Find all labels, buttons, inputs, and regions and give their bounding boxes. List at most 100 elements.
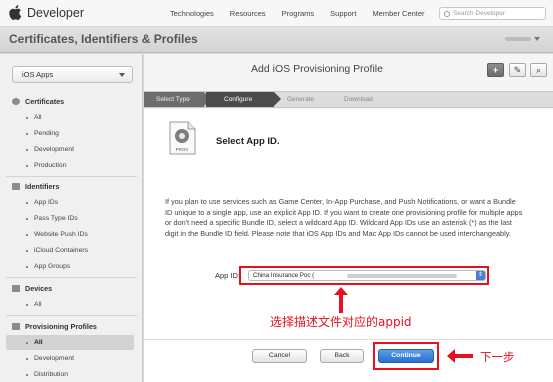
bullet-icon — [26, 218, 28, 220]
bullet-icon — [26, 234, 28, 236]
sidebar-item-label: Production — [34, 162, 67, 169]
bullet-icon — [26, 266, 28, 268]
step-generate: Generate — [287, 96, 315, 103]
device-icon — [12, 285, 20, 292]
section-title: Identifiers — [25, 182, 60, 191]
appid-label: App ID: — [215, 271, 241, 280]
nav-link-programs[interactable]: Programs — [282, 9, 315, 18]
sidebar-item-certificates-development[interactable]: Development — [6, 142, 134, 157]
account-menu-caret-icon[interactable] — [534, 37, 540, 41]
sidebar-item-profiles-all[interactable]: All — [6, 335, 134, 350]
sidebar-item-profiles-development[interactable]: Development — [6, 351, 134, 366]
page-title: Certificates, Identifiers & Profiles — [9, 32, 198, 46]
section-heading: Select App ID. — [216, 136, 280, 147]
divider — [6, 315, 137, 316]
sidebar-item-label: All — [34, 114, 42, 121]
wizard-steps: Select Type Configure Generate Download — [144, 91, 553, 108]
provisioning-profile-icon: PROV — [169, 121, 196, 155]
sidebar-section-provisioning-profiles[interactable]: Provisioning Profiles — [6, 320, 137, 333]
bullet-icon — [26, 358, 28, 360]
step-select-type: Select Type — [144, 92, 204, 107]
bullet-icon — [26, 165, 28, 167]
bullet-icon — [26, 250, 28, 252]
cancel-button[interactable]: Cancel — [252, 349, 307, 363]
panel-title: Add iOS Provisioning Profile — [251, 63, 383, 75]
sidebar-item-label: Pending — [34, 130, 59, 137]
nav-link-resources[interactable]: Resources — [230, 9, 266, 18]
annotation-next-step: 下一步 — [480, 350, 515, 364]
description-text: If you plan to use services such as Game… — [165, 197, 523, 239]
search-button[interactable]: ⌕ — [530, 63, 547, 77]
highlight-box — [239, 266, 489, 285]
nav-link-technologies[interactable]: Technologies — [170, 9, 214, 18]
sidebar-item-label: App Groups — [34, 263, 71, 270]
nav-link-member-center[interactable]: Member Center — [372, 9, 424, 18]
section-title: Devices — [25, 284, 53, 293]
sidebar-item-label: Distribution — [34, 371, 68, 378]
step-download: Download — [344, 96, 373, 103]
search-placeholder: Search Developer — [453, 10, 506, 17]
prov-label: PROV — [176, 147, 189, 152]
sidebar-item-label: All — [34, 301, 42, 308]
sidebar-item-label: Development — [34, 355, 75, 362]
sidebar-item-app-ids[interactable]: App IDs — [6, 195, 134, 210]
divider — [6, 277, 137, 278]
sidebar-item-label: iCloud Containers — [34, 247, 89, 254]
annotation-select-appid: 选择描述文件对应的appid — [270, 315, 412, 329]
content-area: PROV Select App ID. — [144, 109, 553, 382]
identifier-icon — [12, 183, 20, 190]
sidebar-item-distribution[interactable]: Distribution — [6, 367, 134, 382]
top-nav: Developer Technologies Resources Program… — [0, 0, 553, 27]
sidebar-item-label: All — [34, 339, 43, 346]
sidebar-item-label: Development — [34, 146, 75, 153]
sidebar-item-pass-type-ids[interactable]: Pass Type IDs — [6, 211, 134, 226]
sidebar-item-production[interactable]: Production — [6, 158, 134, 173]
sidebar-item-icloud-containers[interactable]: iCloud Containers — [6, 243, 134, 258]
step-arrow-icon — [274, 92, 281, 106]
sidebar-item-label: App IDs — [34, 199, 59, 206]
sidebar-item-devices-all[interactable]: All — [6, 297, 134, 312]
bullet-icon — [26, 117, 28, 119]
divider — [144, 339, 553, 340]
search-icon — [444, 11, 450, 17]
chevron-down-icon — [119, 73, 125, 77]
platform-label: iOS Apps — [22, 70, 54, 79]
back-button[interactable]: Back — [320, 349, 364, 363]
edit-button[interactable]: ✎ — [509, 63, 526, 77]
sidebar-item-app-groups[interactable]: App Groups — [6, 259, 134, 274]
sidebar-item-website-push-ids[interactable]: Website Push IDs — [6, 227, 134, 242]
left-arrow-icon — [447, 349, 473, 363]
bullet-icon — [26, 149, 28, 151]
apple-logo-icon — [9, 5, 22, 20]
section-title: Provisioning Profiles — [25, 322, 97, 331]
sidebar-item-label: Website Push IDs — [34, 231, 88, 238]
add-button[interactable]: + — [487, 63, 504, 77]
sidebar-item-certificates-all[interactable]: All — [6, 110, 134, 125]
search-input[interactable]: Search Developer — [439, 7, 546, 20]
bullet-icon — [26, 374, 28, 376]
section-title: Certificates — [25, 97, 65, 106]
sidebar-item-pending[interactable]: Pending — [6, 126, 134, 141]
bullet-icon — [26, 202, 28, 204]
brand-label: Developer — [27, 5, 84, 20]
sidebar-section-identifiers[interactable]: Identifiers — [6, 180, 137, 193]
sidebar: iOS Apps Certificates All Pending Develo… — [0, 54, 143, 382]
main-panel: Add iOS Provisioning Profile + ✎ ⌕ Selec… — [144, 54, 553, 382]
bullet-icon — [26, 342, 28, 344]
divider — [6, 176, 137, 177]
platform-select[interactable]: iOS Apps — [12, 66, 133, 83]
profile-icon — [12, 323, 20, 330]
account-name[interactable] — [505, 37, 531, 41]
step-configure: Configure — [206, 92, 274, 107]
up-arrow-icon — [334, 287, 348, 313]
nav-links: Technologies Resources Programs Support … — [170, 9, 441, 18]
sidebar-section-devices[interactable]: Devices — [6, 282, 137, 295]
nav-link-support[interactable]: Support — [330, 9, 356, 18]
highlight-box — [373, 342, 439, 370]
bullet-icon — [26, 133, 28, 135]
certificate-icon — [12, 98, 20, 105]
brand[interactable]: Developer — [9, 5, 84, 20]
sidebar-item-label: Pass Type IDs — [34, 215, 78, 222]
sidebar-section-certificates[interactable]: Certificates — [6, 95, 137, 108]
header-bar: Certificates, Identifiers & Profiles — [0, 27, 553, 53]
